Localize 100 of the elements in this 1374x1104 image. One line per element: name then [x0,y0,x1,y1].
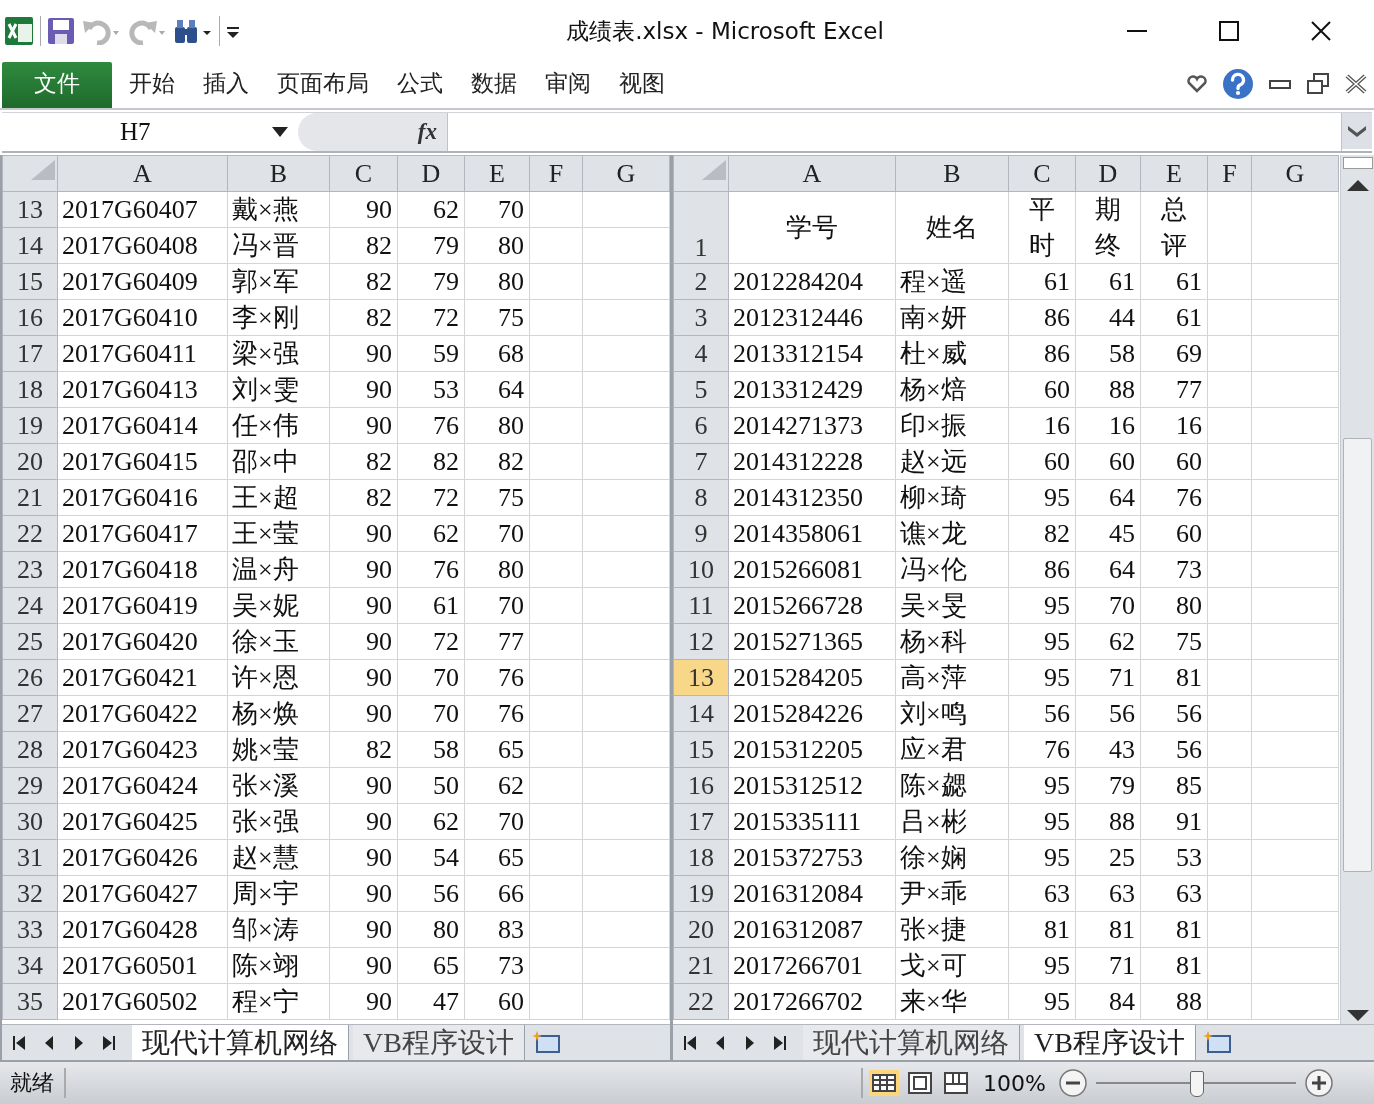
ribbon-tab[interactable]: 数据 [460,62,528,108]
maximize-icon[interactable] [1218,20,1240,42]
table-cell: 2017G60419 [62,590,198,620]
row-header[interactable]: 19 [673,875,729,912]
ribbon-tab[interactable]: 公式 [386,62,454,108]
row-header[interactable]: 35 [2,983,58,1020]
first-sheet-icon[interactable] [12,1033,26,1052]
column-header[interactable]: A [728,155,896,192]
row-header[interactable]: 31 [2,839,58,876]
zoom-slider[interactable] [1096,1070,1296,1096]
row-header[interactable]: 18 [2,371,58,408]
close-icon[interactable] [1310,20,1332,42]
row-header[interactable]: 34 [2,947,58,984]
ribbon-tab[interactable]: 开始 [118,62,186,108]
column-header[interactable]: E [1140,155,1208,192]
row-header[interactable]: 9 [673,515,729,552]
column-header[interactable]: B [227,155,330,192]
row-header[interactable]: 21 [2,479,58,516]
row-header[interactable]: 6 [673,407,729,444]
column-header[interactable]: F [529,155,583,192]
table-cell: 86 [1044,302,1070,332]
vertical-scrollbar[interactable] [1340,155,1374,1024]
row-header[interactable]: 16 [2,299,58,336]
close-workbook-icon[interactable] [1344,73,1368,95]
last-sheet-icon[interactable] [102,1033,116,1052]
column-header[interactable]: G [1251,155,1339,192]
last-sheet-icon[interactable] [773,1033,787,1052]
restore-workbook-icon[interactable] [1306,72,1330,96]
ribbon-tab[interactable]: 审阅 [534,62,602,108]
row-header[interactable]: 4 [673,335,729,372]
row-header[interactable]: 13 [2,191,58,228]
table-cell: 2017G60416 [62,482,198,512]
row-header[interactable]: 20 [673,911,729,948]
help-icon[interactable] [1222,68,1254,100]
row-header[interactable]: 15 [2,263,58,300]
row-header[interactable]: 22 [673,983,729,1020]
column-header[interactable]: C [1008,155,1076,192]
row-header[interactable]: 14 [2,227,58,264]
sheet-tab[interactable]: VB程序设计 [353,1025,525,1060]
column-header[interactable]: A [57,155,228,192]
sheet-tab[interactable]: VB程序设计 [1024,1025,1196,1060]
column-header[interactable]: E [464,155,530,192]
ribbon-tab[interactable]: 插入 [192,62,260,108]
split-box[interactable] [1342,157,1373,169]
row-header[interactable]: 17 [673,803,729,840]
row-header[interactable]: 18 [673,839,729,876]
column-header[interactable]: C [329,155,398,192]
normal-view-button[interactable] [869,1070,900,1096]
row-header[interactable]: 20 [2,443,58,480]
row-header[interactable]: 13 [673,659,729,696]
row-header[interactable]: 29 [2,767,58,804]
row-header[interactable]: 2 [673,263,729,300]
expand-formula-bar-icon[interactable] [1341,113,1372,151]
column-header[interactable]: F [1207,155,1252,192]
row-header[interactable]: 10 [673,551,729,588]
save-icon[interactable] [47,17,75,45]
ribbon-tab[interactable]: 页面布局 [266,62,380,108]
row-header[interactable]: 5 [673,371,729,408]
scrollbar-thumb[interactable] [1343,438,1372,872]
row-header[interactable]: 12 [673,623,729,660]
row-header[interactable]: 28 [2,731,58,768]
slider-thumb[interactable] [1190,1071,1204,1097]
sheet-tab[interactable]: 现代计算机网络 [803,1025,1020,1060]
ribbon-tab[interactable]: 视图 [608,62,676,108]
heart-icon[interactable] [1186,75,1208,93]
row-header[interactable]: 1 [673,191,729,264]
row-header[interactable]: 8 [673,479,729,516]
row-header[interactable]: 30 [2,803,58,840]
row-header[interactable]: 15 [673,731,729,768]
column-header[interactable]: B [895,155,1009,192]
row-header[interactable]: 16 [673,767,729,804]
sheet-tab[interactable]: 现代计算机网络 [132,1025,349,1060]
row-header[interactable]: 32 [2,875,58,912]
row-header[interactable]: 25 [2,623,58,660]
row-header[interactable]: 21 [673,947,729,984]
row-header[interactable]: 22 [2,515,58,552]
row-header[interactable]: 23 [2,551,58,588]
row-header[interactable]: 3 [673,299,729,336]
binoculars-icon[interactable] [173,17,213,45]
zoom-level[interactable]: 100% [977,1070,1052,1096]
table-cell: 76 [498,662,524,692]
insert-function-button[interactable]: fx [417,119,437,145]
row-header[interactable]: 27 [2,695,58,732]
column-header[interactable]: D [397,155,465,192]
row-header[interactable]: 14 [673,695,729,732]
row-header[interactable]: 19 [2,407,58,444]
first-sheet-icon[interactable] [683,1033,697,1052]
column-header[interactable]: D [1075,155,1141,192]
minimize-workbook-icon[interactable] [1268,77,1292,91]
row-header[interactable]: 26 [2,659,58,696]
row-header[interactable]: 24 [2,587,58,624]
column-header[interactable]: G [582,155,670,192]
dropdown-caret-icon[interactable] [272,127,288,137]
row-header[interactable]: 11 [673,587,729,624]
row-header[interactable]: 7 [673,443,729,480]
zoom-in-icon[interactable] [1304,1068,1334,1098]
row-header[interactable]: 17 [2,335,58,372]
zoom-out-icon[interactable] [1058,1068,1088,1098]
ribbon-tab[interactable]: 文件 [2,62,112,108]
row-header[interactable]: 33 [2,911,58,948]
